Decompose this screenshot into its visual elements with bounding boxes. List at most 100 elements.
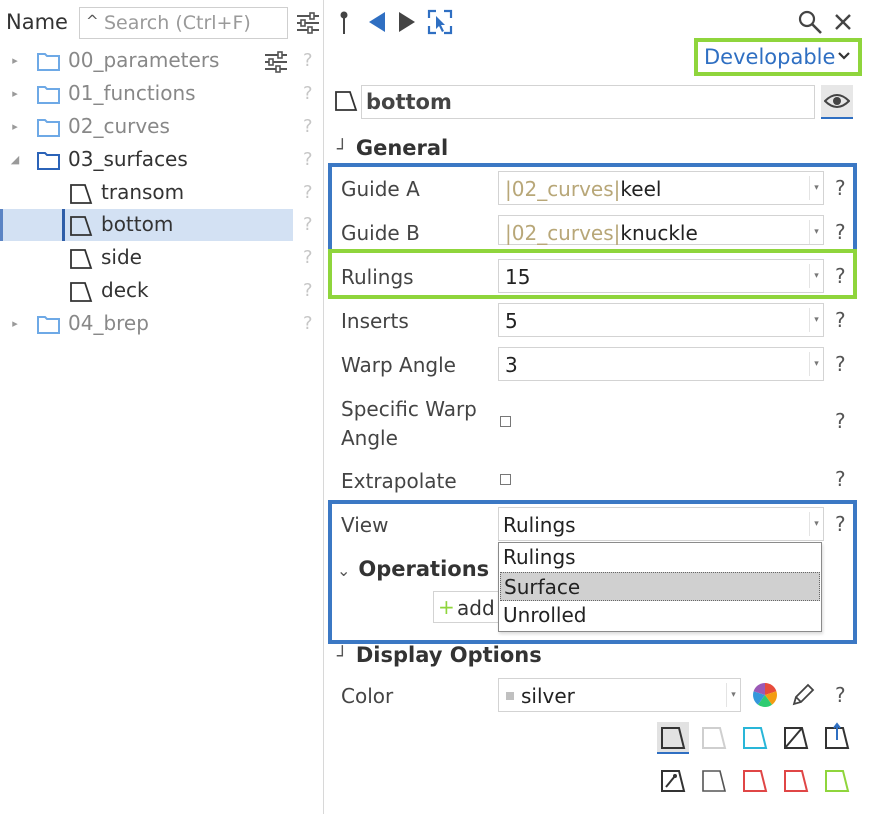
surface-display-icon [661, 727, 686, 749]
visibility-toggle[interactable] [821, 85, 853, 119]
add-operation-button[interactable]: + add [433, 591, 499, 623]
color-select[interactable]: silver ▾ [498, 678, 741, 712]
search-box[interactable]: ^ [79, 7, 288, 39]
expand-arrow-icon[interactable]: ▸ [9, 87, 21, 100]
object-name: bottom [366, 90, 452, 114]
section-operations[interactable]: ⌄ Operations [337, 557, 489, 581]
help-icon[interactable]: ? [835, 308, 846, 332]
select-in-view-icon[interactable] [427, 9, 453, 35]
view-label: View [341, 513, 389, 537]
dropdown-arrow-icon[interactable]: ▾ [726, 683, 740, 707]
expand-arrow-icon[interactable]: ▸ [9, 120, 21, 133]
display-red-button-2[interactable] [780, 765, 812, 797]
help-icon[interactable]: ? [303, 280, 313, 301]
tree-item-01-functions[interactable]: ▸ 01_functions ? [0, 78, 324, 110]
tree-item-00-parameters[interactable]: ▸ 00_parameters ? [0, 45, 324, 77]
help-icon[interactable]: ? [835, 467, 846, 491]
help-icon[interactable]: ? [835, 264, 846, 288]
dropdown-arrow-icon[interactable]: ▾ [809, 512, 823, 536]
selection-marker [62, 209, 65, 241]
display-surface-button[interactable] [657, 722, 689, 754]
inserts-field[interactable]: 5 ▾ [498, 303, 824, 337]
surface-type-select[interactable]: Developable [704, 45, 835, 69]
guide-a-value: keel [620, 177, 662, 201]
help-icon[interactable]: ? [835, 352, 846, 376]
view-select[interactable]: Rulings ▾ [498, 507, 824, 541]
forward-arrow-icon[interactable] [397, 10, 417, 34]
chevron-up-icon[interactable]: ^ [86, 12, 99, 30]
warp-angle-field[interactable]: 3 ▾ [498, 347, 824, 381]
object-name-field[interactable]: bottom [361, 85, 815, 119]
display-normal-button[interactable] [821, 722, 853, 754]
tree-item-bottom[interactable]: bottom [0, 209, 293, 241]
sliders-icon[interactable] [296, 12, 320, 34]
help-icon[interactable]: ? [303, 313, 313, 334]
sliders-icon[interactable] [263, 51, 289, 73]
tree-item-transom[interactable]: transom ? [0, 177, 324, 209]
dropdown-arrow-icon[interactable]: ▾ [809, 308, 823, 332]
guide-a-field[interactable]: |02_curves|keel ▾ [498, 171, 824, 205]
help-icon[interactable]: ? [835, 220, 846, 244]
tree-item-side[interactable]: side ? [0, 242, 324, 274]
help-icon[interactable]: ? [303, 214, 313, 235]
warp-angle-label: Warp Angle [341, 353, 456, 377]
tree-item-label: deck [101, 278, 149, 302]
surface-cyan-icon [743, 727, 768, 749]
search-icon[interactable] [797, 9, 823, 35]
display-outline-button[interactable] [698, 765, 730, 797]
close-icon[interactable] [833, 12, 853, 32]
help-icon[interactable]: ? [835, 683, 846, 707]
tree-item-label: bottom [101, 212, 174, 236]
surface-diagonal-icon [784, 727, 809, 749]
tree-item-deck[interactable]: deck ? [0, 275, 324, 307]
guide-b-field[interactable]: |02_curves|knuckle ▾ [498, 215, 824, 245]
extrapolate-checkbox[interactable] [500, 474, 511, 485]
help-icon[interactable]: ? [303, 149, 313, 170]
surface-red-icon [743, 770, 768, 792]
dropdown-arrow-icon[interactable]: ▾ [809, 264, 823, 288]
color-wheel-icon[interactable] [752, 682, 778, 708]
collapse-arrow-icon[interactable]: ◢ [9, 153, 21, 166]
surface-ghost-icon [702, 727, 727, 749]
rulings-field[interactable]: 15 ▾ [498, 259, 824, 293]
view-option-rulings[interactable]: Rulings [500, 543, 820, 572]
pin-icon[interactable] [337, 10, 351, 36]
tree-item-03-surfaces[interactable]: ◢ 03_surfaces ? [0, 144, 324, 176]
pencil-icon[interactable] [790, 682, 816, 708]
help-icon[interactable]: ? [303, 247, 313, 268]
display-edges-cyan-button[interactable] [739, 722, 771, 754]
display-green-button[interactable] [821, 765, 853, 797]
add-label: add [457, 596, 495, 620]
search-input[interactable] [104, 11, 284, 35]
expand-arrow-icon[interactable]: ▸ [9, 317, 21, 330]
help-icon[interactable]: ? [303, 182, 313, 203]
color-label: Color [341, 684, 394, 708]
display-red-button-1[interactable] [739, 765, 771, 797]
view-dropdown-list: Rulings Surface Unrolled [498, 542, 822, 632]
expand-arrow-icon[interactable]: ▸ [9, 54, 21, 67]
help-icon[interactable]: ? [303, 83, 313, 104]
back-arrow-icon[interactable] [367, 10, 387, 34]
help-icon[interactable]: ? [835, 409, 846, 433]
display-rulings-button[interactable] [657, 765, 689, 797]
help-icon[interactable]: ? [835, 176, 846, 200]
specific-warp-angle-label-line2: Angle [341, 426, 398, 450]
dropdown-arrow-icon[interactable]: ▾ [809, 220, 823, 244]
help-icon[interactable]: ? [835, 512, 846, 536]
dropdown-arrow-icon[interactable]: ▾ [809, 176, 823, 200]
section-display-options[interactable]: ┘ Display Options [337, 643, 542, 667]
specific-warp-angle-checkbox[interactable] [500, 416, 511, 427]
name-column-header[interactable]: Name [6, 10, 68, 34]
tree-item-04-brep[interactable]: ▸ 04_brep ? [0, 308, 324, 340]
view-option-unrolled[interactable]: Unrolled [500, 601, 820, 630]
folder-icon [37, 119, 60, 137]
chevron-down-icon[interactable] [837, 50, 851, 62]
display-ghost-button[interactable] [698, 722, 730, 754]
view-option-surface[interactable]: Surface [500, 572, 820, 601]
display-diagonal-button[interactable] [780, 722, 812, 754]
dropdown-arrow-icon[interactable]: ▾ [809, 352, 823, 376]
section-general[interactable]: ┘ General [337, 136, 448, 160]
help-icon[interactable]: ? [303, 50, 313, 71]
tree-item-02-curves[interactable]: ▸ 02_curves ? [0, 111, 324, 143]
help-icon[interactable]: ? [303, 116, 313, 137]
